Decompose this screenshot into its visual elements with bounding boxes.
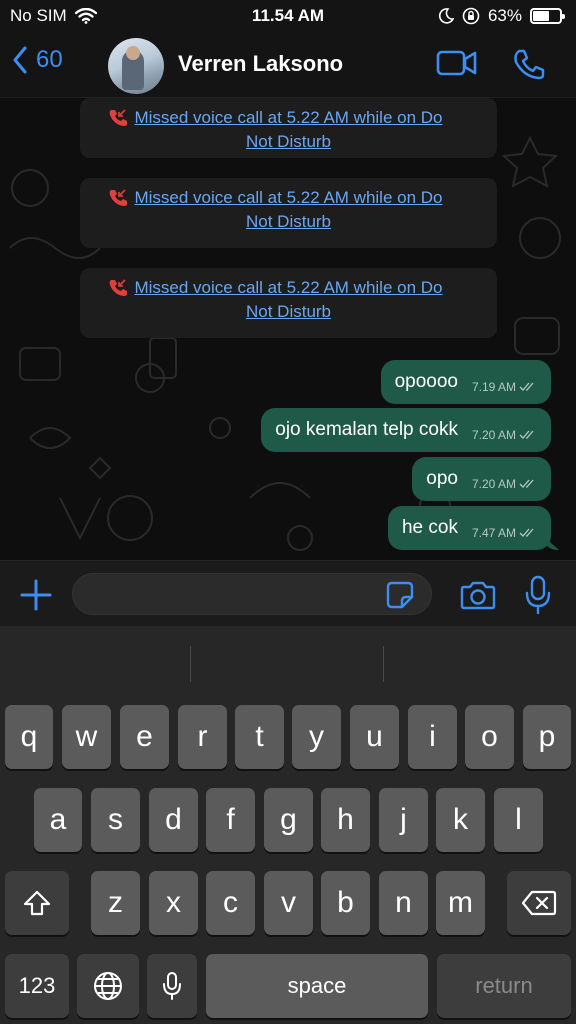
status-bar: No SIM 11.54 AM 63%: [0, 0, 576, 34]
message-input[interactable]: [72, 573, 432, 615]
double-check-icon: [519, 528, 534, 537]
double-check-icon: [519, 479, 534, 488]
outgoing-message[interactable]: opoooo 7.19 AM: [380, 360, 551, 404]
key-b[interactable]: b: [321, 871, 370, 935]
key-e[interactable]: e: [120, 705, 169, 769]
key-n[interactable]: n: [379, 871, 428, 935]
sticker-icon[interactable]: [386, 581, 414, 609]
moon-icon: [438, 8, 454, 24]
globe-key[interactable]: [77, 954, 139, 1018]
message-meta: 7.47 AM: [472, 526, 537, 540]
key-q[interactable]: q: [5, 705, 53, 769]
rotation-lock-icon: [462, 7, 480, 25]
back-chevron-icon: [13, 46, 27, 74]
message-text: ojo kemalan telp cokk: [275, 419, 458, 440]
return-key[interactable]: return: [437, 954, 571, 1018]
key-g[interactable]: g: [264, 788, 313, 852]
camera-icon[interactable]: [460, 579, 496, 611]
contact-name[interactable]: Verren Laksono: [178, 51, 343, 77]
key-v[interactable]: v: [264, 871, 313, 935]
key-s[interactable]: s: [91, 788, 140, 852]
key-c[interactable]: c: [206, 871, 255, 935]
microphone-icon[interactable]: [524, 575, 552, 615]
avatar-head: [126, 46, 140, 60]
key-m[interactable]: m: [436, 871, 485, 935]
shift-icon: [23, 890, 51, 916]
message-meta: 7.20 AM: [472, 477, 537, 491]
video-call-icon[interactable]: [436, 48, 478, 78]
keyboard: q w e r t y u i o p a s d f g h j k l z …: [0, 626, 576, 1024]
shift-key[interactable]: [5, 871, 69, 935]
key-h[interactable]: h: [321, 788, 370, 852]
backspace-key[interactable]: [507, 871, 571, 935]
key-j[interactable]: j: [379, 788, 428, 852]
outgoing-message[interactable]: ojo kemalan telp cokk 7.20 AM: [261, 408, 551, 452]
message-time: 7.47 AM: [471, 526, 516, 540]
system-message-text: Missed voice call at 5.22 AM while on Do…: [134, 108, 443, 151]
missed-call-icon: [109, 279, 127, 296]
message-meta: 7.19 AM: [472, 380, 537, 394]
key-r[interactable]: r: [178, 705, 227, 769]
outgoing-message[interactable]: he cok 7.47 AM: [387, 506, 551, 550]
battery-percent: 63%: [487, 6, 522, 25]
globe-icon: [94, 972, 122, 1000]
battery-fill: [533, 11, 550, 21]
system-message[interactable]: Missed voice call at 5.22 AM while on Do…: [80, 178, 497, 248]
key-y[interactable]: y: [292, 705, 341, 769]
key-p[interactable]: p: [523, 705, 571, 769]
system-message-text: Missed voice call at 5.22 AM while on Do…: [134, 278, 443, 321]
message-text: he cok: [401, 517, 458, 538]
dictation-key[interactable]: [147, 954, 197, 1018]
missed-call-icon: [109, 109, 127, 126]
key-o[interactable]: o: [465, 705, 514, 769]
key-k[interactable]: k: [436, 788, 485, 852]
suggestion-divider: [383, 646, 384, 682]
message-time: 7.20 AM: [471, 428, 516, 442]
key-d[interactable]: d: [149, 788, 198, 852]
message-text: opoooo: [394, 371, 458, 392]
missed-call-icon: [109, 189, 127, 206]
system-message[interactable]: Missed voice call at 5.22 AM while on Do…: [80, 98, 497, 158]
key-l[interactable]: l: [494, 788, 543, 852]
space-key[interactable]: space: [206, 954, 428, 1018]
double-check-icon: [519, 382, 534, 391]
system-message-text: Missed voice call at 5.22 AM while on Do…: [134, 188, 443, 231]
input-bar: [0, 560, 576, 626]
key-i[interactable]: i: [408, 705, 457, 769]
status-right: 63%: [438, 6, 565, 26]
message-meta: 7.20 AM: [472, 428, 537, 442]
key-x[interactable]: x: [149, 871, 198, 935]
numbers-key[interactable]: 123: [5, 954, 69, 1018]
key-a[interactable]: a: [34, 788, 82, 852]
suggestion-divider: [190, 646, 191, 682]
plus-icon[interactable]: [20, 579, 52, 611]
voice-call-icon[interactable]: [512, 48, 546, 80]
system-message[interactable]: Missed voice call at 5.22 AM while on Do…: [80, 268, 497, 338]
battery-icon: [530, 8, 565, 24]
outgoing-message[interactable]: opo 7.20 AM: [412, 457, 551, 501]
chat-header: 60 Verren Laksono: [0, 34, 576, 98]
backspace-icon: [521, 890, 557, 916]
message-time: 7.19 AM: [471, 380, 516, 394]
chat-area[interactable]: Missed voice call at 5.22 AM while on Do…: [0, 98, 576, 560]
key-t[interactable]: t: [235, 705, 284, 769]
key-f[interactable]: f: [206, 788, 255, 852]
back-button[interactable]: 60: [12, 46, 63, 74]
key-w[interactable]: w: [62, 705, 111, 769]
message-text: opo: [426, 468, 458, 489]
message-time: 7.20 AM: [471, 477, 516, 491]
double-check-icon: [519, 430, 534, 439]
keyboard-mic-icon: [163, 972, 181, 1000]
key-z[interactable]: z: [91, 871, 140, 935]
key-u[interactable]: u: [350, 705, 399, 769]
unread-count: 60: [36, 46, 63, 73]
avatar[interactable]: [108, 38, 164, 94]
